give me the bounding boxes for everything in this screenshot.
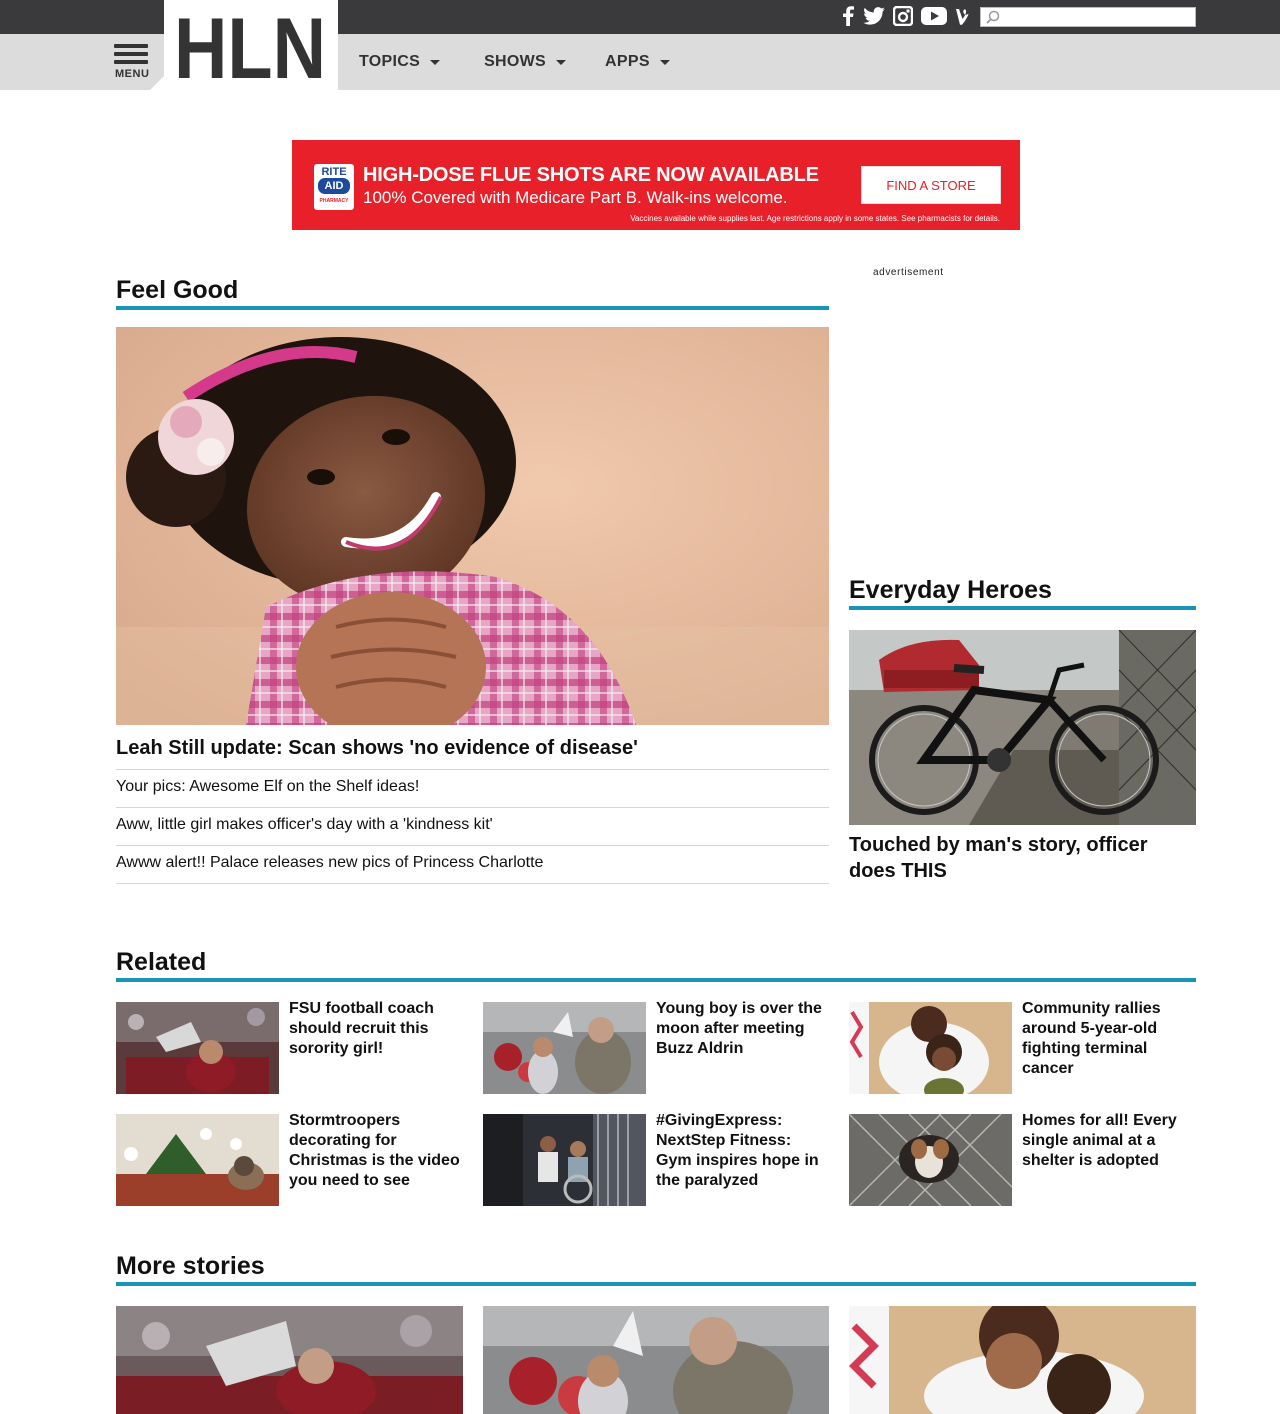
twitter-icon[interactable] — [862, 6, 886, 26]
section-rule — [116, 306, 829, 310]
related-title-text[interactable]: Homes for all! Every single animal at a … — [1022, 1111, 1196, 1171]
brand-line1: RITE — [321, 166, 347, 178]
nav-shows[interactable]: SHOWS — [484, 53, 567, 71]
nav-topics-label: TOPICS — [359, 53, 421, 70]
ad-headline: HIGH-DOSE FLUE SHOTS ARE NOW AVAILABLE — [363, 164, 819, 186]
section-rule — [116, 978, 1196, 982]
section-rule — [849, 606, 1196, 610]
list-item[interactable]: Your pics: Awesome Elf on the Shelf idea… — [116, 769, 829, 807]
related-thumbnail[interactable] — [116, 1002, 279, 1094]
everyday-heroes-headline[interactable]: Touched by man's story, officer does THI… — [849, 832, 1196, 884]
everyday-heroes-image[interactable] — [849, 630, 1196, 825]
list-item[interactable]: Awww alert!! Palace releases new pics of… — [116, 845, 829, 883]
related-item[interactable]: Stormtroopers decorating for Christmas i… — [116, 1111, 463, 1206]
ad-fine-print: Vaccines available while supplies last. … — [630, 214, 1000, 223]
related-thumbnail[interactable] — [849, 1114, 1012, 1206]
list-divider — [116, 883, 829, 884]
brand-line3: PHARMACY — [319, 198, 349, 204]
search-input[interactable] — [1003, 8, 1193, 26]
section-rule — [116, 1282, 1196, 1286]
feel-good-title: Feel Good — [116, 276, 239, 304]
search-icon — [986, 10, 1000, 24]
facebook-icon[interactable] — [840, 6, 856, 26]
instagram-icon[interactable] — [892, 6, 914, 26]
related-title: Related — [116, 948, 207, 976]
ad-banner[interactable]: RITE AID PHARMACY HIGH-DOSE FLUE SHOTS A… — [292, 140, 1020, 230]
more-story-image[interactable] — [483, 1306, 830, 1414]
menu-button[interactable]: MENU — [112, 44, 152, 84]
feel-good-headline[interactable]: Leah Still update: Scan shows 'no eviden… — [116, 737, 638, 760]
hero-image[interactable] — [116, 327, 829, 725]
caret-down-icon — [430, 59, 441, 65]
caret-down-icon — [659, 59, 670, 65]
brand-line2: AID — [318, 178, 350, 194]
logo-link[interactable]: HLN — [164, 0, 338, 90]
nav-shows-label: SHOWS — [484, 53, 547, 70]
related-item[interactable]: Homes for all! Every single animal at a … — [849, 1111, 1196, 1206]
youtube-icon[interactable] — [920, 6, 948, 26]
search-field[interactable] — [980, 7, 1196, 27]
more-stories-title: More stories — [116, 1252, 265, 1280]
related-title-text[interactable]: #GivingExpress: NextStep Fitness: Gym in… — [656, 1111, 830, 1191]
main-nav: TOPICS SHOWS APPS — [359, 34, 710, 90]
related-title-text[interactable]: FSU football coach should recruit this s… — [289, 999, 463, 1059]
list-item[interactable]: Aww, little girl makes officer's day wit… — [116, 807, 829, 845]
related-title-text[interactable]: Community rallies around 5-year-old figh… — [1022, 999, 1196, 1079]
related-thumbnail[interactable] — [483, 1114, 646, 1206]
ad-subline: 100% Covered with Medicare Part B. Walk-… — [363, 188, 788, 207]
find-a-store-button[interactable]: FIND A STORE — [861, 166, 1001, 204]
related-thumbnail[interactable] — [483, 1002, 646, 1094]
rite-aid-logo: RITE AID PHARMACY — [314, 164, 354, 210]
logo-text: HLN — [174, 1, 326, 90]
nav-apps-label: APPS — [605, 53, 650, 70]
related-thumbnail[interactable] — [116, 1114, 279, 1206]
related-title-text[interactable]: Young boy is over the moon after meeting… — [656, 999, 830, 1059]
related-item[interactable]: #GivingExpress: NextStep Fitness: Gym in… — [483, 1111, 830, 1206]
nav-apps[interactable]: APPS — [605, 53, 670, 71]
logo-corner — [150, 76, 164, 90]
related-item[interactable]: FSU football coach should recruit this s… — [116, 999, 463, 1094]
nav-topics[interactable]: TOPICS — [359, 53, 441, 71]
related-thumbnail[interactable] — [849, 1002, 1012, 1094]
related-item[interactable]: Community rallies around 5-year-old figh… — [849, 999, 1196, 1094]
vine-icon[interactable] — [953, 6, 973, 26]
related-title-text[interactable]: Stormtroopers decorating for Christmas i… — [289, 1111, 463, 1191]
related-item[interactable]: Young boy is over the moon after meeting… — [483, 999, 830, 1094]
caret-down-icon — [556, 59, 567, 65]
more-story-image[interactable] — [849, 1306, 1196, 1414]
hln-logo: HLN — [174, 1, 326, 90]
menu-label: MENU — [115, 68, 150, 80]
more-story-image[interactable] — [116, 1306, 463, 1414]
hamburger-icon — [114, 44, 148, 68]
everyday-heroes-title: Everyday Heroes — [849, 576, 1052, 604]
advertisement-label: advertisement — [873, 267, 944, 278]
